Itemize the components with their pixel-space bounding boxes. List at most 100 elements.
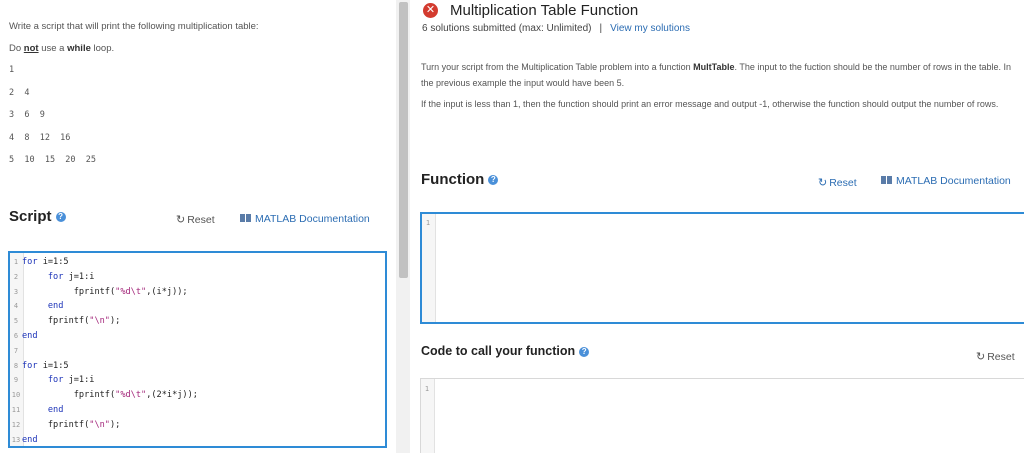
- problem-description: Write a script that will print the follo…: [9, 21, 259, 32]
- line-number: 13: [11, 435, 21, 444]
- table-row: 2 4: [9, 87, 30, 98]
- function-name: MultTable: [693, 62, 735, 72]
- code-string: "%d\t": [115, 390, 147, 401]
- code-line: 8 for i=1:5: [10, 361, 69, 376]
- code-text: ,(i*j));: [146, 286, 188, 297]
- constraint-mid: use a: [38, 43, 68, 54]
- code-text: fprintf(: [47, 316, 90, 327]
- line-number: 2: [13, 272, 19, 281]
- docs-label: MATLAB Documentation: [255, 213, 370, 225]
- code-text: j=1:i: [63, 271, 95, 282]
- code-text: );: [109, 419, 121, 430]
- function-reset-button[interactable]: ↻ Reset: [818, 176, 857, 189]
- function-title: Function?: [421, 171, 499, 188]
- code-line: 6 end: [10, 331, 38, 346]
- code-text: );: [109, 316, 121, 327]
- question-circle-icon[interactable]: ?: [579, 346, 590, 357]
- script-docs-link[interactable]: MATLAB Documentation: [240, 213, 370, 225]
- reset-label: Reset: [829, 177, 857, 189]
- script-title-label: Script: [9, 208, 52, 225]
- line-number: 5: [13, 317, 19, 326]
- line-number: 7: [13, 346, 19, 355]
- refresh-icon: ↻: [176, 214, 186, 226]
- line-number: 12: [11, 420, 21, 429]
- function-requirements: If the input is less than 1, then the fu…: [421, 99, 999, 109]
- code-line: 4 end: [10, 301, 64, 316]
- function-description: Turn your script from the Multiplication…: [421, 59, 1011, 91]
- code-text: fprintf(: [47, 419, 90, 430]
- line-number: 4: [13, 302, 19, 311]
- docs-label: MATLAB Documentation: [896, 175, 1011, 187]
- view-solutions-link[interactable]: View my solutions: [610, 23, 690, 34]
- script-title: Script?: [9, 208, 66, 225]
- code-text: i=1:5: [37, 360, 69, 371]
- call-reset-button[interactable]: ↻ Reset: [976, 350, 1015, 363]
- code-string: "%d\t": [115, 286, 147, 297]
- code-line: 5 fprintf("\n");: [10, 316, 120, 331]
- submission-count: 6 solutions submitted (max: Unlimited): [422, 23, 592, 34]
- table-row: 4 8 12 16: [9, 132, 71, 143]
- code-string: "\n": [89, 419, 110, 430]
- line-number: 6: [13, 332, 19, 340]
- description-pre: Turn your script from the Multiplication…: [421, 62, 694, 72]
- documentation-icon: [881, 176, 892, 185]
- table-row: 3 6 9: [9, 110, 45, 120]
- constraint-text: Do not use a while loop.: [9, 43, 114, 54]
- question-circle-icon[interactable]: ?: [55, 212, 66, 223]
- code-line: 13 end: [10, 435, 38, 446]
- code-line: 11 end: [10, 405, 64, 420]
- line-number: 1: [424, 385, 430, 393]
- function-docs-link[interactable]: MATLAB Documentation: [881, 175, 1011, 187]
- code-text: i=1:5: [37, 257, 69, 267]
- code-keyword: for: [22, 360, 38, 371]
- code-line: 1: [421, 384, 433, 399]
- code-line: 1 for i=1:5: [10, 257, 69, 272]
- constraint-post: loop.: [90, 43, 115, 54]
- code-line: 7: [10, 346, 22, 361]
- code-line: 10 fprintf("%d\t",(2*i*j));: [10, 390, 198, 405]
- code-text: ,(2*i*j));: [146, 390, 198, 401]
- code-string: "\n": [89, 316, 110, 327]
- scrollbar-thumb[interactable]: [399, 2, 408, 278]
- line-number: 1: [13, 258, 19, 266]
- call-editor[interactable]: 1: [420, 378, 1024, 453]
- problem-title: Multiplication Table Function: [450, 2, 639, 19]
- question-circle-icon[interactable]: ?: [488, 175, 499, 186]
- code-line: 9 for j=1:i: [10, 375, 95, 390]
- script-editor[interactable]: 1 for i=1:5 2 for j=1:i 3 fprintf("%d\t",(i…: [8, 251, 387, 448]
- documentation-icon: [240, 214, 251, 223]
- code-line: 12 fprintf("\n");: [10, 419, 121, 435]
- example-table: 1 2 4 3 6 9 4 8 12 16 5 10 15 20 25: [9, 65, 96, 178]
- code-text: fprintf(: [73, 286, 116, 297]
- problem-panel: Write a script that will print the follo…: [0, 0, 396, 453]
- code-keyword: end: [47, 301, 64, 312]
- code-text: j=1:i: [63, 375, 95, 386]
- code-line: 2 for j=1:i: [10, 271, 95, 287]
- refresh-icon: ↻: [976, 351, 986, 363]
- constraint-not: not: [23, 43, 39, 54]
- submission-info: 6 solutions submitted (max: Unlimited) | V…: [422, 23, 690, 34]
- call-title-label: Code to call your function: [421, 344, 576, 358]
- script-reset-button[interactable]: ↻ Reset: [176, 213, 215, 226]
- x-circle-icon: ✕: [423, 3, 438, 18]
- code-keyword: for: [22, 257, 38, 267]
- line-number: 11: [11, 406, 21, 414]
- constraint-pre: Do: [9, 43, 24, 54]
- code-keyword: for: [47, 375, 64, 386]
- code-keyword: for: [47, 271, 64, 282]
- line-number: 10: [11, 391, 21, 400]
- code-keyword: end: [22, 331, 38, 341]
- line-number: 8: [13, 361, 19, 370]
- reset-label: Reset: [187, 214, 215, 226]
- line-number: 1: [425, 219, 431, 227]
- line-number: 3: [13, 287, 19, 296]
- line-number: 9: [13, 376, 19, 385]
- function-editor[interactable]: 1: [420, 212, 1024, 324]
- code-line: 3 fprintf("%d\t",(i*j));: [10, 287, 188, 302]
- reset-label: Reset: [987, 351, 1015, 363]
